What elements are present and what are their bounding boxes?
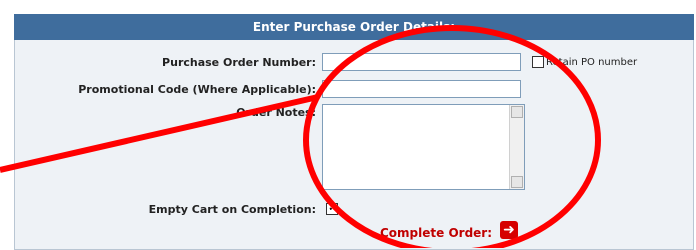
promo-label: Promotional Code (Where Applicable): bbox=[78, 83, 316, 96]
complete-order-label[interactable]: Complete Order: bbox=[380, 226, 492, 240]
order-notes-textarea[interactable] bbox=[322, 104, 525, 190]
scroll-up-icon[interactable] bbox=[511, 106, 523, 118]
po-number-input[interactable] bbox=[322, 53, 521, 71]
po-label: Purchase Order Number: bbox=[162, 56, 316, 69]
retain-po-checkbox[interactable] bbox=[532, 56, 544, 68]
empty-cart-label: Empty Cart on Completion: bbox=[148, 203, 316, 216]
arrow-right-icon[interactable]: ➜ bbox=[500, 221, 518, 239]
empty-cart-checkbox[interactable] bbox=[326, 201, 338, 215]
promo-code-input[interactable] bbox=[322, 80, 521, 98]
notes-scrollbar[interactable] bbox=[509, 105, 524, 189]
retain-po-label: Retain PO number bbox=[546, 57, 638, 68]
notes-label: Order Notes: bbox=[236, 106, 316, 119]
panel-header: Enter Purchase Order Details: bbox=[14, 14, 694, 40]
scroll-down-icon[interactable] bbox=[511, 176, 523, 188]
